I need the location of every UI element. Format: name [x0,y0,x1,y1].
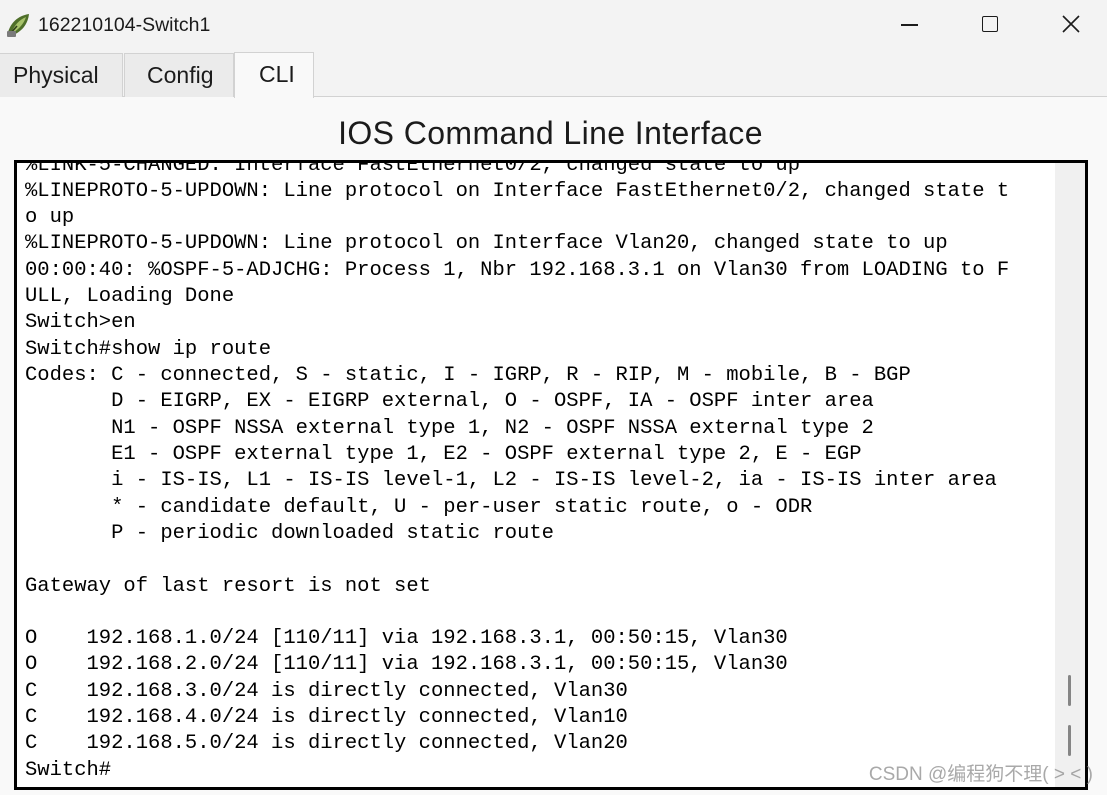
terminal-scrollbar[interactable] [1055,163,1085,787]
cli-output-line: ULL, Loading Done [25,285,235,309]
tab-bar: Physical Config CLI [0,52,1107,98]
tab-config[interactable]: Config [124,53,234,97]
cli-output-line: * - candidate default, U - per-user stat… [25,495,813,519]
maximize-button[interactable] [950,0,1030,48]
cli-output-line: O 192.168.1.0/24 [110/11] via 192.168.3.… [25,627,788,651]
title-bar: 162210104-Switch1 [0,0,1107,52]
cli-output-line: %LINEPROTO-5-UPDOWN: Line protocol on In… [25,232,948,256]
window-title: 162210104-Switch1 [38,14,211,36]
cli-output-line [25,547,1055,573]
watermark: CSDN @编程狗不理( > < ) [868,764,1093,785]
cli-output-line: 00:00:40: %OSPF-5-ADJCHG: Process 1, Nbr… [25,258,1010,282]
minimize-button[interactable] [870,0,950,48]
tab-label: Physical [13,62,99,88]
tab-label: Config [147,62,214,88]
cli-output-line: P - periodic downloaded static route [25,521,554,545]
cli-output-line: N1 - OSPF NSSA external type 1, N2 - OSP… [25,416,874,440]
cli-output-line: Switch>en [25,311,136,335]
scrollbar-thumb[interactable] [1068,675,1071,706]
cli-output-line: C 192.168.5.0/24 is directly connected, … [25,732,628,756]
cli-output-line: O 192.168.2.0/24 [110/11] via 192.168.3.… [25,653,788,677]
cli-output-line: %LINK-5-CHANGED: Interface FastEthernet0… [25,160,801,177]
close-icon [1062,15,1080,33]
cli-output-line: o up [25,206,75,230]
cli-output-line: D - EIGRP, EX - EIGRP external, O - OSPF… [25,390,874,414]
cli-output-line: Switch#show ip route [25,337,272,361]
cli-terminal[interactable]: %LINK-5-CHANGED: Interface FastEthernet0… [14,160,1088,790]
cli-output-line: E1 - OSPF external type 1, E2 - OSPF ext… [25,442,862,466]
cli-output-line [25,600,1055,626]
scrollbar-thumb-segment[interactable] [1068,725,1071,756]
cli-output-line: C 192.168.3.0/24 is directly connected, … [25,679,628,703]
cli-output-line: i - IS-IS, L1 - IS-IS level-1, L2 - IS-I… [25,469,997,493]
minimize-icon [901,24,918,26]
tab-label: CLI [259,61,295,87]
tab-cli[interactable]: CLI [234,52,314,98]
packet-tracer-app-icon [5,11,33,39]
cli-output-line: %LINEPROTO-5-UPDOWN: Line protocol on In… [25,179,1010,203]
cli-output-line: C 192.168.4.0/24 is directly connected, … [25,706,628,730]
cli-output: %LINK-5-CHANGED: Interface FastEthernet0… [25,160,1055,784]
tab-physical[interactable]: Physical [0,53,123,97]
close-button[interactable] [1031,0,1107,48]
cli-output-line: Codes: C - connected, S - static, I - IG… [25,364,911,387]
maximize-icon [982,16,998,32]
cli-heading: IOS Command Line Interface [338,115,763,151]
cli-output-line: Gateway of last resort is not set [25,574,431,598]
